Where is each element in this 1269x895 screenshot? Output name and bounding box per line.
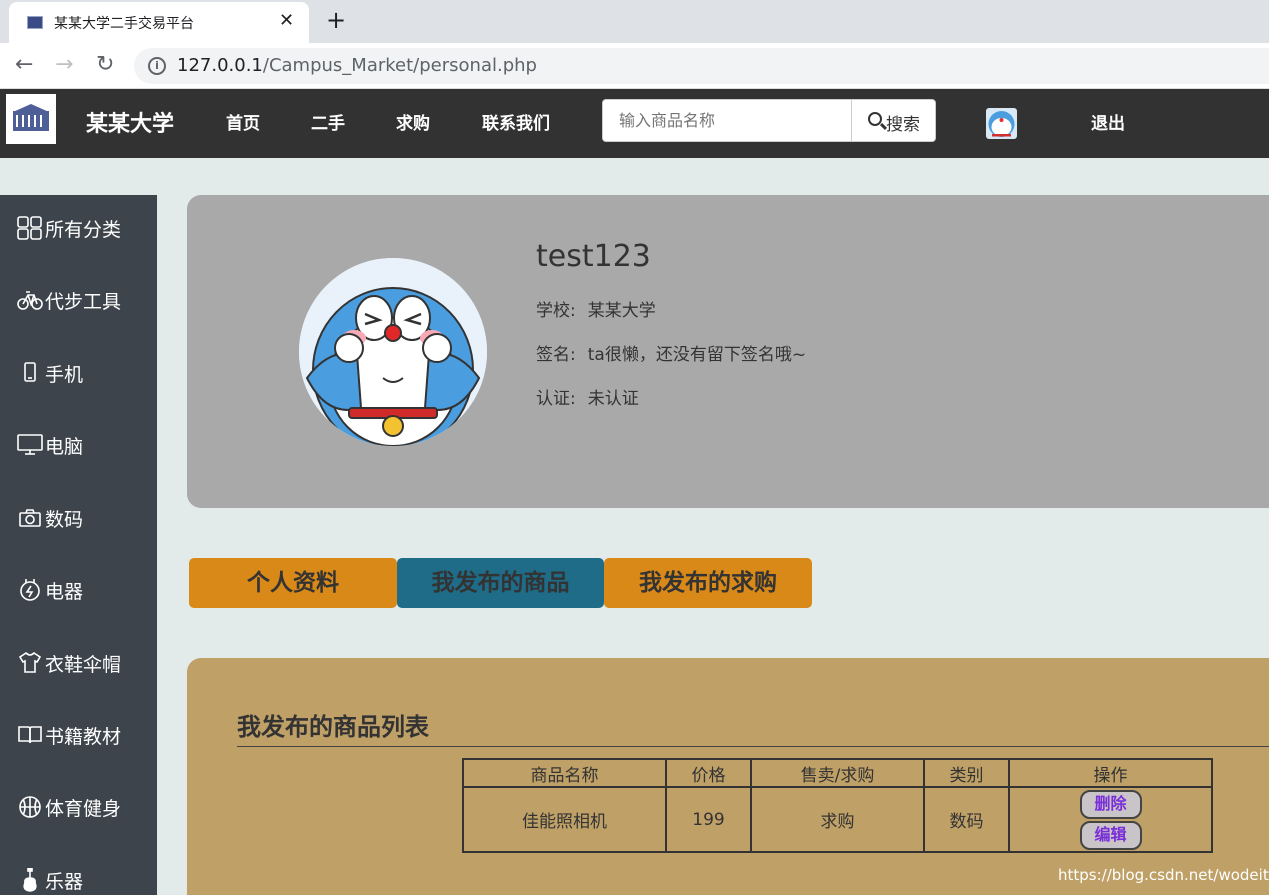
sidebar-item-clothing[interactable]: 衣鞋伞帽 <box>17 648 121 678</box>
sidebar-item-appliance[interactable]: 电器 <box>17 575 83 605</box>
column-header: 类别 <box>923 758 1010 788</box>
user-avatar[interactable] <box>986 108 1017 139</box>
sidebar-item-all[interactable]: 所有分类 <box>17 213 121 243</box>
sidebar-item-label: 电脑 <box>45 435 84 458</box>
delete-button[interactable]: 删除 <box>1079 789 1142 819</box>
column-header: 售卖/求购 <box>750 758 925 788</box>
profile-certification: 认证: 未认证 <box>536 389 639 409</box>
category-sidebar: 所有分类 代步工具 手机 电脑 数码 电器 衣鞋伞帽 书籍教材 体育健身 乐器 <box>0 195 157 895</box>
goods-category-cell: 数码 <box>923 786 1010 853</box>
close-icon[interactable]: ✕ <box>279 10 294 31</box>
camera-icon <box>17 506 43 530</box>
book-icon <box>17 723 43 747</box>
watermark: https://blog.csdn.net/wodeita <box>1058 866 1269 884</box>
sidebar-item-label: 数码 <box>45 508 84 531</box>
profile-username: test123 <box>536 239 651 274</box>
column-header: 操作 <box>1008 758 1213 788</box>
goods-list-title: 我发布的商品列表 <box>237 713 429 741</box>
sidebar-item-instruments[interactable]: 乐器 <box>17 865 83 895</box>
sidebar-item-label: 电器 <box>45 580 84 603</box>
divider <box>237 746 1269 747</box>
tab-my-goods[interactable]: 我发布的商品 <box>397 558 604 608</box>
sidebar-item-sports[interactable]: 体育健身 <box>17 792 121 822</box>
goods-type-cell: 求购 <box>750 786 925 853</box>
url-text: 127.0.0.1/Campus_Market/personal.php <box>177 55 537 76</box>
goods-panel: 我发布的商品列表 商品名称 价格 售卖/求购 类别 操作 佳能照相机 199 求… <box>187 658 1269 895</box>
url-field[interactable]: i 127.0.0.1/Campus_Market/personal.php <box>134 48 1269 84</box>
profile-card: test123 学校: 某某大学 签名: ta很懒，还没有留下签名哦~ 认证: 未认证 <box>187 195 1269 508</box>
goods-price-cell: 199 <box>665 786 752 853</box>
sidebar-item-books[interactable]: 书籍教材 <box>17 720 121 750</box>
column-header: 商品名称 <box>462 758 667 788</box>
site-navbar: 某某大学 首页 二手 求购 联系我们 搜索 退出 <box>0 89 1269 158</box>
profile-avatar <box>299 258 487 446</box>
tab-profile[interactable]: 个人资料 <box>189 558 397 608</box>
reload-icon[interactable]: ↻ <box>96 52 114 77</box>
sidebar-item-computer[interactable]: 电脑 <box>17 430 83 460</box>
basketball-icon <box>17 795 43 819</box>
column-header: 价格 <box>665 758 752 788</box>
sidebar-item-label: 乐器 <box>45 870 84 893</box>
power-icon <box>17 578 43 602</box>
tab-my-wanted[interactable]: 我发布的求购 <box>604 558 812 608</box>
logout-link[interactable]: 退出 <box>1091 109 1125 134</box>
guitar-icon <box>17 867 43 892</box>
sidebar-item-label: 体育健身 <box>45 797 122 820</box>
nav-link-home[interactable]: 首页 <box>226 109 260 134</box>
goods-table: 商品名称 价格 售卖/求购 类别 操作 佳能照相机 199 求购 数码 删除 编… <box>462 758 1213 853</box>
goods-name-cell: 佳能照相机 <box>462 786 667 853</box>
profile-signature: 签名: ta很懒，还没有留下签名哦~ <box>536 345 807 365</box>
bicycle-icon <box>17 288 43 312</box>
sidebar-item-phone[interactable]: 手机 <box>17 358 83 388</box>
sidebar-item-label: 所有分类 <box>45 218 122 241</box>
tab-title: 某某大学二手交易平台 <box>54 16 194 32</box>
table-row: 佳能照相机 199 求购 数码 删除 编辑 <box>462 786 1213 853</box>
grid-icon <box>17 216 43 240</box>
sidebar-item-transport[interactable]: 代步工具 <box>17 285 121 315</box>
nav-link-contact[interactable]: 联系我们 <box>482 109 550 134</box>
table-header-row: 商品名称 价格 售卖/求购 类别 操作 <box>462 758 1213 788</box>
forward-icon[interactable]: → <box>55 52 73 77</box>
university-logo[interactable] <box>6 94 56 144</box>
favicon-icon <box>27 16 43 29</box>
browser-tab[interactable]: 某某大学二手交易平台 ✕ <box>9 2 309 43</box>
sidebar-item-label: 书籍教材 <box>45 725 122 748</box>
edit-button[interactable]: 编辑 <box>1079 820 1142 850</box>
sidebar-item-digital[interactable]: 数码 <box>17 503 83 533</box>
back-icon[interactable]: ← <box>15 52 33 77</box>
sidebar-item-label: 代步工具 <box>45 290 122 313</box>
monitor-icon <box>17 433 43 457</box>
address-bar: ← → ↻ i 127.0.0.1/Campus_Market/personal… <box>0 43 1269 89</box>
brand-name[interactable]: 某某大学 <box>86 106 174 138</box>
search-input[interactable] <box>602 99 852 142</box>
info-icon[interactable]: i <box>148 57 166 75</box>
profile-school: 学校: 某某大学 <box>536 301 656 321</box>
nav-link-wanted[interactable]: 求购 <box>396 109 430 134</box>
phone-icon <box>17 361 43 385</box>
goods-actions-cell: 删除 编辑 <box>1008 786 1213 853</box>
new-tab-icon[interactable]: + <box>326 6 346 34</box>
search-icon <box>868 112 882 126</box>
nav-link-secondhand[interactable]: 二手 <box>311 109 345 134</box>
sidebar-item-label: 衣鞋伞帽 <box>45 653 122 676</box>
search-button[interactable]: 搜索 <box>851 99 936 142</box>
browser-tabstrip: 某某大学二手交易平台 ✕ + <box>0 0 1269 43</box>
sidebar-item-label: 手机 <box>45 363 84 386</box>
shirt-icon <box>17 651 43 675</box>
